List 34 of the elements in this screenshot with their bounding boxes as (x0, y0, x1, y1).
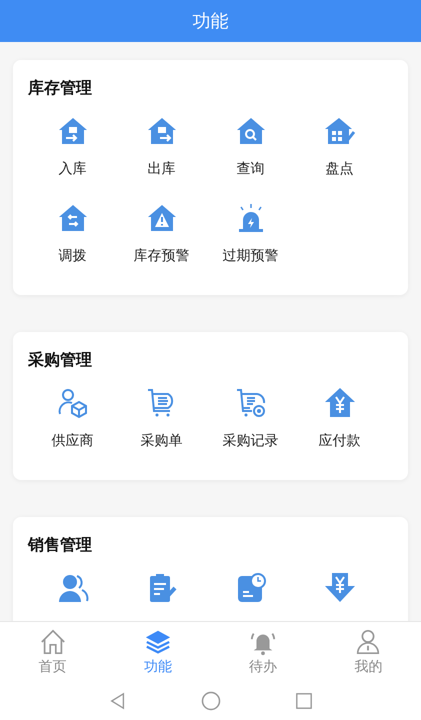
people-icon (56, 572, 88, 604)
feature-button[interactable]: 盘点 (295, 115, 384, 178)
recents-icon[interactable] (294, 692, 312, 710)
nav-tab[interactable]: 待办 (210, 622, 316, 682)
house-yen-icon (324, 387, 356, 419)
feature-button[interactable]: 库存预警 (117, 202, 206, 265)
feature-button[interactable]: 入库 (28, 115, 117, 178)
home-icon (38, 628, 67, 656)
person-box-icon (56, 387, 88, 419)
feature-button[interactable]: 采购记录 (206, 387, 295, 450)
back-icon[interactable] (108, 692, 126, 710)
nav-tab[interactable]: 我的 (316, 622, 421, 682)
arrow-yen-icon (324, 572, 356, 604)
feature-button[interactable]: 供应商 (28, 387, 117, 450)
cart-icon (234, 387, 266, 419)
page-title: 功能 (192, 10, 228, 33)
house-arrow-icon (56, 115, 88, 147)
layers-icon (144, 628, 172, 656)
section-title: 库存管理 (28, 78, 92, 99)
section-title: 采购管理 (28, 350, 92, 371)
house-pencil-icon (324, 115, 356, 147)
house-warning-icon (146, 202, 178, 234)
feature-button[interactable]: 调拨 (28, 202, 117, 265)
house-arrow-icon (146, 115, 178, 147)
house-arrows-icon (56, 202, 88, 234)
feature-button[interactable]: 采购单 (117, 387, 206, 450)
home-circle-icon[interactable] (200, 691, 220, 711)
section-title: 销售管理 (28, 535, 92, 556)
feature-button[interactable]: 应付款 (295, 387, 384, 450)
house-search-icon (234, 115, 266, 147)
feature-button[interactable]: 过期预警 (206, 202, 295, 265)
nav-tab[interactable]: 首页 (0, 622, 106, 682)
feature-button[interactable]: 查询 (206, 115, 295, 178)
feature-button[interactable]: 出库 (117, 115, 206, 178)
